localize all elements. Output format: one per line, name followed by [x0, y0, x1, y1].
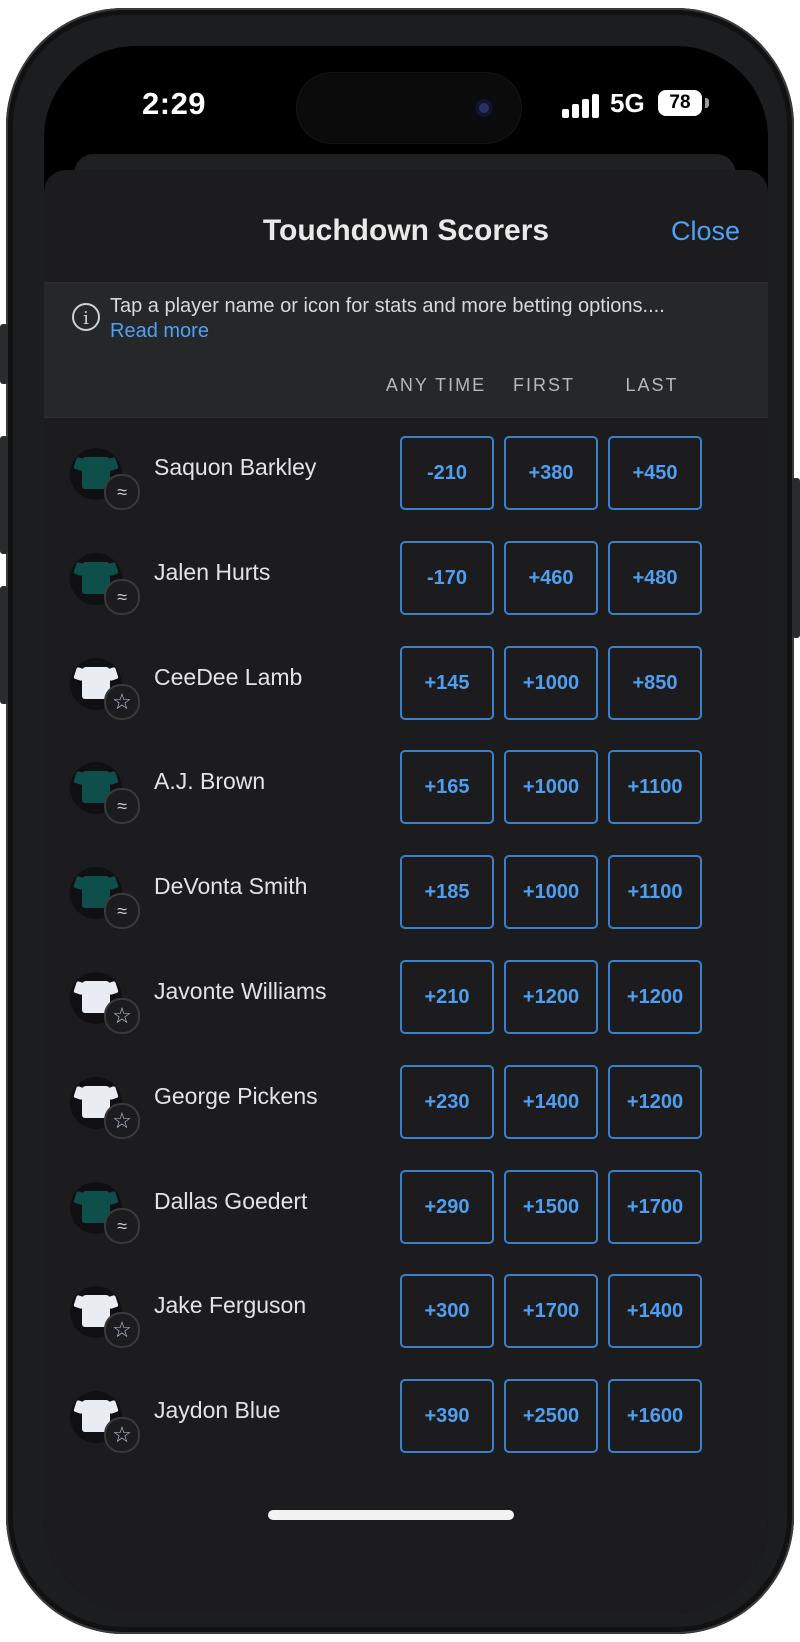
player-row: ≈ DeVonta Smith +185 +1000 +1100	[44, 837, 768, 941]
battery-icon: 78	[658, 90, 702, 116]
odds-any-time-button[interactable]: -210	[400, 436, 494, 510]
player-row: ≈ Jalen Hurts -170 +460 +480	[44, 523, 768, 627]
player-name[interactable]: A.J. Brown	[154, 768, 265, 795]
power-button	[792, 478, 800, 638]
player-name[interactable]: CeeDee Lamb	[154, 664, 302, 691]
odds-first-button[interactable]: +460	[504, 540, 598, 615]
odds-any-time-button[interactable]: +165	[400, 750, 494, 825]
cowboys-star-icon: ☆	[104, 1312, 140, 1349]
close-button[interactable]: Close	[671, 216, 740, 247]
player-name[interactable]: Javonte Williams	[154, 978, 327, 1005]
eagles-logo-icon: ≈	[104, 474, 140, 510]
odds-any-time-button[interactable]: +290	[400, 1169, 494, 1244]
action-button	[0, 324, 8, 384]
eagles-logo-icon: ≈	[104, 578, 140, 615]
odds-last-button[interactable]: +1200	[608, 1064, 702, 1139]
odds-last-button[interactable]: +850	[608, 645, 702, 720]
odds-last-button[interactable]: +1700	[608, 1169, 702, 1244]
odds-last-button[interactable]: +480	[608, 540, 702, 615]
player-row: ☆ Jake Ferguson +300 +1700 +1400	[44, 1256, 768, 1360]
odds-last-button[interactable]: +1200	[608, 960, 702, 1034]
odds-first-button[interactable]: +380	[504, 436, 598, 510]
info-text: Tap a player name or icon for stats and …	[110, 295, 665, 317]
screen: 2:29 5G 78 Touchdown Scorers Close i Tap…	[44, 46, 768, 1612]
player-row: ☆ Javonte Williams +210 +1200 +1200	[44, 942, 768, 1046]
column-first: FIRST	[513, 375, 575, 395]
odds-first-button[interactable]: +1000	[504, 855, 598, 930]
odds-any-time-button[interactable]: +145	[400, 645, 494, 720]
info-icon: i	[72, 303, 100, 331]
odds-first-button[interactable]: +1000	[504, 645, 598, 720]
odds-first-button[interactable]: +1700	[504, 1274, 598, 1349]
eagles-logo-icon: ≈	[104, 788, 140, 825]
player-row: ☆ CeeDee Lamb +145 +1000 +850	[44, 628, 768, 732]
cowboys-star-icon: ☆	[104, 1102, 140, 1139]
sheet-header: Touchdown Scorers Close	[44, 170, 768, 282]
bottom-sheet: Touchdown Scorers Close i Tap a player n…	[44, 170, 768, 1612]
player-row: ☆ Jaydon Blue +390 +2500 +1600	[44, 1361, 768, 1465]
player-name[interactable]: DeVonta Smith	[154, 873, 307, 900]
player-row: ≈ A.J. Brown +165 +1000 +1100	[44, 732, 768, 836]
info-banner: i Tap a player name or icon for stats an…	[44, 282, 768, 354]
odds-any-time-button[interactable]: +230	[400, 1064, 494, 1139]
odds-any-time-button[interactable]: +210	[400, 960, 494, 1034]
odds-any-time-button[interactable]: +300	[400, 1274, 494, 1349]
odds-first-button[interactable]: +1000	[504, 750, 598, 825]
player-name[interactable]: Saquon Barkley	[154, 454, 316, 481]
status-bar: 2:29 5G 78	[44, 46, 768, 166]
signal-icon	[562, 94, 600, 118]
volume-up-button	[0, 436, 8, 554]
odds-first-button[interactable]: +2500	[504, 1379, 598, 1454]
volume-down-button	[0, 586, 8, 704]
odds-last-button[interactable]: +450	[608, 436, 702, 510]
network-type: 5G	[610, 88, 645, 118]
column-header: ANY TIME FIRST LAST	[44, 353, 768, 418]
odds-first-button[interactable]: +1200	[504, 960, 598, 1034]
player-name[interactable]: Jaydon Blue	[154, 1397, 281, 1424]
eagles-logo-icon: ≈	[104, 1207, 140, 1244]
odds-last-button[interactable]: +1100	[608, 855, 702, 930]
odds-any-time-button[interactable]: +185	[400, 855, 494, 930]
page-title: Touchdown Scorers	[262, 214, 550, 247]
home-indicator[interactable]	[268, 1510, 514, 1520]
cowboys-star-icon: ☆	[104, 998, 140, 1034]
player-name[interactable]: George Pickens	[154, 1083, 318, 1110]
phone-frame: 2:29 5G 78 Touchdown Scorers Close i Tap…	[0, 8, 800, 1634]
player-name[interactable]: Jake Ferguson	[154, 1292, 306, 1319]
front-camera	[470, 94, 498, 122]
odds-first-button[interactable]: +1400	[504, 1064, 598, 1139]
player-name[interactable]: Dallas Goedert	[154, 1188, 307, 1215]
battery-tip	[705, 98, 709, 108]
odds-last-button[interactable]: +1100	[608, 750, 702, 825]
odds-first-button[interactable]: +1500	[504, 1169, 598, 1244]
player-row: ☆ George Pickens +230 +1400 +1200	[44, 1047, 768, 1151]
eagles-logo-icon: ≈	[104, 893, 140, 930]
odds-last-button[interactable]: +1400	[608, 1274, 702, 1349]
column-last: LAST	[625, 375, 679, 395]
read-more-link[interactable]: Read more	[110, 320, 209, 343]
cowboys-star-icon: ☆	[104, 1417, 140, 1454]
player-name[interactable]: Jalen Hurts	[154, 559, 270, 586]
odds-any-time-button[interactable]: -170	[400, 540, 494, 615]
player-row: ≈ Dallas Goedert +290 +1500 +1700	[44, 1152, 768, 1256]
player-row: ≈ Saquon Barkley -210 +380 +450	[44, 418, 768, 522]
status-time: 2:29	[142, 86, 207, 121]
cowboys-star-icon: ☆	[104, 683, 140, 720]
column-any-time: ANY TIME	[385, 375, 487, 395]
odds-any-time-button[interactable]: +390	[400, 1379, 494, 1454]
odds-last-button[interactable]: +1600	[608, 1379, 702, 1454]
